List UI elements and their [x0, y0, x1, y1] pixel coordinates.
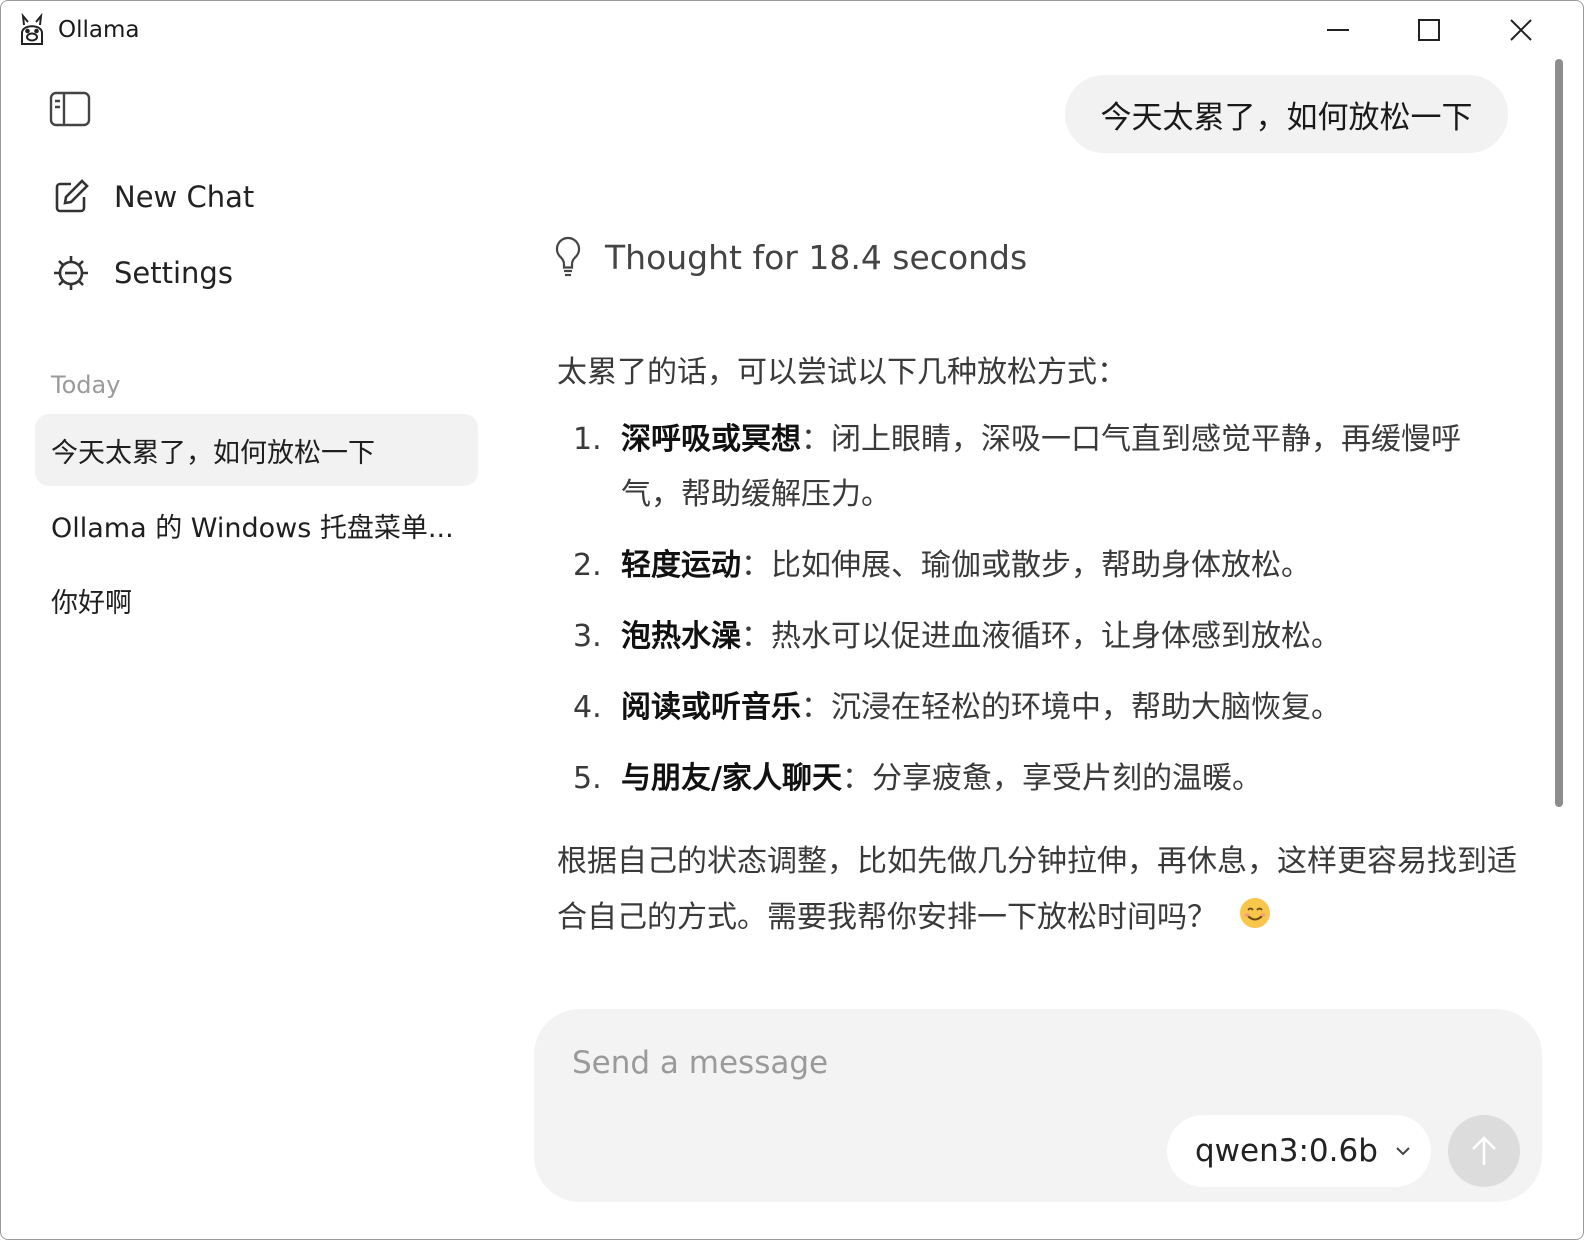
ollama-logo-icon [17, 12, 47, 47]
response-outro: 根据自己的状态调整，比如先做几分钟拉伸，再休息，这样更容易找到适合自己的方式。需… [557, 834, 1517, 948]
list-item: 2. 轻度运动：比如伸展、瑜伽或散步，帮助身体放松。 [573, 548, 1311, 583]
window-title: Ollama [58, 17, 140, 43]
list-item-title: 深呼吸或冥想 [621, 422, 801, 457]
sidebar-toggle-icon [49, 91, 91, 127]
list-item-title: 阅读或听音乐 [621, 690, 801, 725]
assistant-response: 太累了的话，可以尝试以下几种放松方式： 1. 深呼吸或冥想：闭上眼睛，深吸一口气直… [557, 345, 1517, 948]
model-select[interactable]: qwen3:0.6b [1167, 1115, 1431, 1187]
list-item-title: 泡热水澡 [621, 619, 741, 654]
history-section-label: Today [51, 371, 121, 399]
list-item-text: ：比如伸展、瑜伽或散步，帮助身体放松。 [741, 548, 1311, 583]
list-item-text: ：沉浸在轻松的环境中，帮助大脑恢复。 [801, 690, 1341, 725]
chevron-down-icon [1396, 1147, 1410, 1156]
history-item[interactable]: 你好啊 [35, 564, 478, 636]
maximize-icon [1418, 19, 1440, 41]
settings-label: Settings [114, 256, 233, 290]
message-composer: qwen3:0.6b [534, 1009, 1542, 1202]
new-chat-icon [51, 177, 91, 217]
history-item[interactable]: 今天太累了，如何放松一下 [35, 414, 478, 486]
scrollbar[interactable] [1555, 59, 1563, 807]
title-bar: Ollama [1, 1, 1583, 59]
close-icon [1510, 19, 1532, 41]
model-select-label: qwen3:0.6b [1195, 1133, 1378, 1169]
list-item: 1. 深呼吸或冥想：闭上眼睛，深吸一口气直到感觉平静，再缓慢呼气，帮助缓解压力。 [573, 422, 1461, 512]
list-item-title: 轻度运动 [621, 548, 741, 583]
response-intro: 太累了的话，可以尝试以下几种放松方式： [557, 355, 1127, 390]
sidebar-toggle-button[interactable] [49, 91, 91, 127]
lightbulb-icon [555, 236, 581, 277]
thought-toggle[interactable]: Thought for 18.4 seconds [553, 233, 1027, 281]
minimize-icon [1327, 29, 1349, 31]
smile-emoji-icon [1239, 892, 1271, 948]
new-chat-button[interactable]: New Chat [51, 175, 254, 219]
maximize-button[interactable] [1400, 7, 1458, 53]
minimize-button[interactable] [1309, 7, 1367, 53]
list-item-title: 与朋友/家人聊天 [621, 761, 842, 796]
arrow-up-icon [1472, 1136, 1496, 1165]
list-item: 3. 泡热水澡：热水可以促进血液循环，让身体感到放松。 [573, 619, 1341, 654]
settings-button[interactable]: Settings [51, 251, 233, 295]
response-list: 1. 深呼吸或冥想：闭上眼睛，深吸一口气直到感觉平静，再缓慢呼气，帮助缓解压力。 … [557, 412, 1517, 806]
close-button[interactable] [1492, 7, 1550, 53]
new-chat-label: New Chat [114, 180, 255, 214]
thought-label: Thought for 18.4 seconds [605, 237, 1028, 277]
app-window: Ollama New Chat Settings Today 今天太累了，如何放… [0, 0, 1584, 1240]
list-item-text: ：热水可以促进血液循环，让身体感到放松。 [741, 619, 1341, 654]
send-button[interactable] [1448, 1115, 1520, 1187]
history-item[interactable]: Ollama 的 Windows 托盘菜单... [35, 489, 478, 561]
message-input[interactable] [572, 1039, 1472, 1087]
list-item-text: ：分享疲惫，享受片刻的温暖。 [841, 761, 1262, 796]
user-message-bubble: 今天太累了，如何放松一下 [1065, 75, 1508, 153]
gear-icon [51, 253, 91, 293]
list-item: 4. 阅读或听音乐：沉浸在轻松的环境中，帮助大脑恢复。 [573, 690, 1341, 725]
list-item: 5. 与朋友/家人聊天：分享疲惫，享受片刻的温暖。 [573, 761, 1262, 796]
